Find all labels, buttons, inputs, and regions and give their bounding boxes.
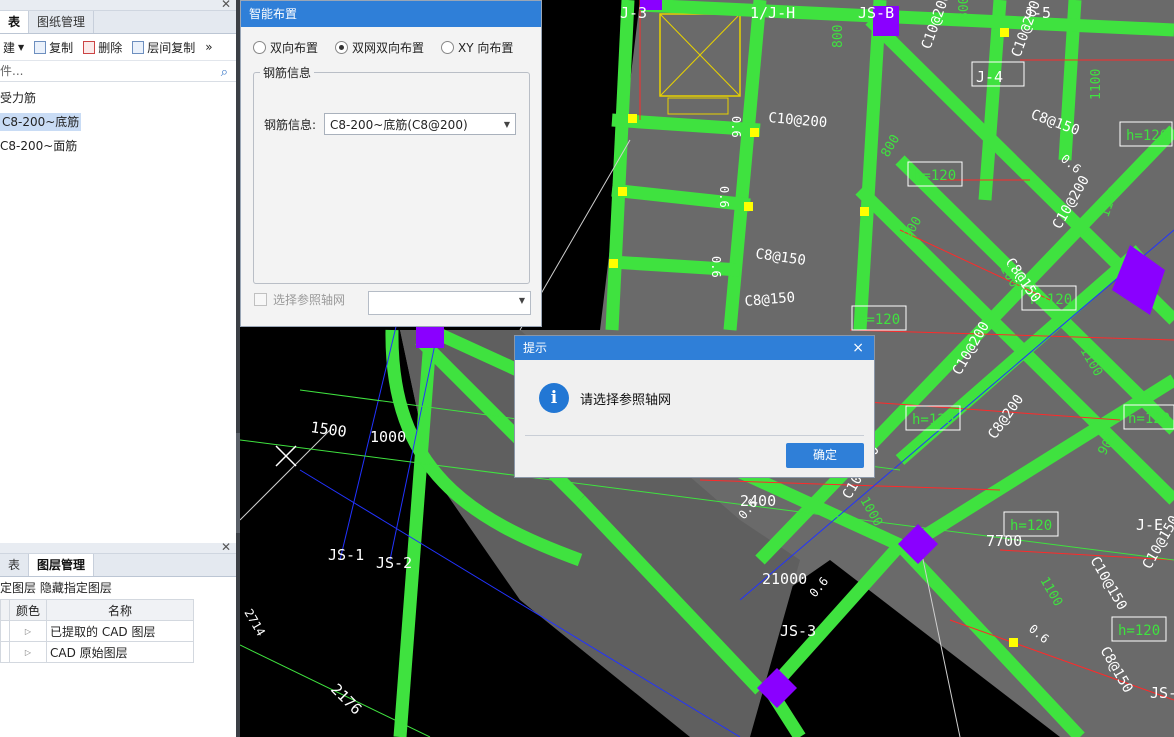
ok-button[interactable]: 确定 (786, 443, 864, 468)
layout-mode-options: 双向布置 双网双向布置 XY 向布置 (241, 27, 541, 56)
checkbox-icon (254, 293, 267, 306)
column-header: 颜色 (9, 599, 47, 621)
axis-label-js2: JS-2 (376, 554, 412, 572)
tree-item[interactable]: C8-200~面筋 (0, 134, 236, 158)
panel-header-bar: ✕ (0, 0, 236, 11)
delete-icon (83, 40, 96, 54)
dim-small: 800 (957, 0, 972, 20)
layer-panel: ✕ 表 图层管理 定图层 隐藏指定图层 颜色 名称 ▷ 已提取的 CAD 图层 (0, 540, 236, 737)
expand-icon[interactable]: ▷ (9, 641, 47, 663)
chevron-down-icon: ▼ (18, 42, 25, 52)
mark: 0.6 (729, 116, 743, 138)
layer-toolbar: 定图层 隐藏指定图层 (0, 577, 236, 599)
component-toolbar: 建 ▼ 复制 删除 层间复制 » (0, 34, 236, 61)
reference-axis-checkbox[interactable]: 选择参照轴网 (254, 291, 345, 308)
close-icon[interactable]: × (852, 336, 864, 360)
info-icon: i (539, 383, 569, 413)
rebar-info-select[interactable]: C8-200~底筋(C8@200) ▼ (324, 113, 517, 135)
mark: 0.6 (807, 574, 832, 600)
axis-label-j4: J-4 (976, 68, 1003, 86)
group-title: 钢筋信息 (263, 66, 312, 80)
h-tag: h=120 (914, 168, 956, 184)
h-tag: h=120 (1010, 518, 1052, 534)
alert-message: 请选择参照轴网 (580, 393, 672, 408)
h-tag: h=120 (1118, 623, 1160, 639)
divider (525, 435, 864, 436)
dim-2714: 2714 (241, 607, 268, 639)
radio-double-net-bidirectional[interactable]: 双网双向布置 (335, 39, 424, 56)
dim-small: 1100 (1089, 69, 1104, 100)
table-row[interactable]: ▷ 已提取的 CAD 图层 (0, 620, 194, 642)
rebar-info-row: 钢筋信息: C8-200~底筋(C8@200) ▼ (264, 113, 517, 135)
dialog-title[interactable]: 智能布置 (241, 1, 541, 27)
top-tabbar: 表 图纸管理 (0, 11, 236, 34)
search-field[interactable]: 件... ⌕ (0, 61, 236, 82)
hide-layer-button[interactable]: 隐藏指定图层 (40, 581, 112, 595)
show-layer-button[interactable]: 定图层 (0, 581, 36, 595)
search-icon[interactable]: ⌕ (221, 63, 228, 83)
tab-component-list[interactable]: 表 (0, 11, 30, 33)
chevron-down-icon: ▼ (518, 296, 525, 305)
dim-1500: 1500 (309, 418, 347, 441)
column-header: 名称 (46, 599, 194, 621)
axis-label-j3: J-3 (620, 4, 647, 22)
tree-group-label[interactable]: 受力筋 (0, 86, 236, 110)
axis-label-1jh: 1/J-H (750, 4, 795, 22)
rebar-info-group: 钢筋信息 钢筋信息: C8-200~底筋(C8@200) ▼ (253, 64, 530, 284)
floor-copy-icon (132, 40, 145, 54)
axis-label-jsb: JS-B (858, 4, 894, 22)
tree-item[interactable]: C8-200~底筋 (0, 110, 236, 134)
expand-icon[interactable]: ▷ (9, 620, 47, 642)
copy-button[interactable]: 复制 (31, 39, 76, 56)
tab-layer-management[interactable]: 图层管理 (29, 554, 95, 576)
mark: 0.6 (709, 256, 723, 278)
floor-copy-button[interactable]: 层间复制 (129, 39, 198, 56)
radio-xy[interactable]: XY 向布置 (441, 39, 513, 56)
left-panel: ✕ 表 图纸管理 建 ▼ 复制 删除 层间复制 » 件... ⌕ 受力筋 C8-2… (0, 0, 237, 737)
axis-label-js3: JS-3 (780, 622, 816, 640)
reference-axis-select[interactable]: ▼ (368, 291, 531, 315)
splitter-grip[interactable] (236, 433, 240, 533)
tab-drawing-management[interactable]: 图纸管理 (29, 11, 95, 33)
table-header-row: 颜色 名称 (0, 599, 194, 621)
more-button[interactable]: » (202, 40, 215, 54)
table-row[interactable]: ▷ CAD 原始图层 (0, 641, 194, 663)
radio-icon (253, 41, 266, 54)
alert-dialog: 提示 × i 请选择参照轴网 确定 (514, 335, 875, 478)
dim-7700: 7700 (986, 532, 1022, 550)
copy-icon (34, 40, 47, 54)
axis-label-js1: JS-1 (328, 546, 364, 564)
h-tag: h=120 (858, 312, 900, 328)
lower-tabbar: 表 图层管理 (0, 554, 236, 577)
new-button[interactable]: 建 ▼ (0, 39, 27, 56)
smart-layout-dialog: 智能布置 双向布置 双网双向布置 XY 向布置 钢筋信息 钢筋信息: C8-20… (240, 0, 542, 327)
chevron-down-icon: ▼ (503, 120, 511, 129)
dim-1000: 1000 (370, 428, 406, 446)
layers-table: 颜色 名称 ▷ 已提取的 CAD 图层 ▷ CAD 原始图层 (0, 599, 194, 663)
close-icon[interactable]: ✕ (221, 0, 231, 11)
delete-button[interactable]: 删除 (80, 39, 125, 56)
layer-panel-header: ✕ (0, 540, 236, 554)
dim-21000: 21000 (762, 570, 807, 588)
h-tag: h=120 (1128, 411, 1170, 427)
close-icon[interactable]: ✕ (221, 540, 231, 554)
component-tree: 受力筋 C8-200~底筋 C8-200~面筋 (0, 82, 236, 158)
h-tag: h=120 (912, 412, 954, 428)
axis-label-js: JS- (1150, 684, 1174, 702)
radio-icon (441, 41, 455, 54)
radio-bidirectional[interactable]: 双向布置 (253, 39, 318, 56)
search-placeholder: 件... (0, 64, 24, 78)
tab-property-list[interactable]: 表 (0, 554, 30, 576)
h-tag: h=120 (1126, 128, 1168, 144)
rebar-info-label: 钢筋信息: (264, 117, 317, 132)
alert-title-bar[interactable]: 提示 × (515, 336, 874, 360)
dim-small: 800 (831, 25, 846, 48)
dim-2176: 2176 (327, 680, 365, 718)
mark: 0.6 (717, 186, 731, 208)
radio-selected-icon (335, 41, 349, 54)
